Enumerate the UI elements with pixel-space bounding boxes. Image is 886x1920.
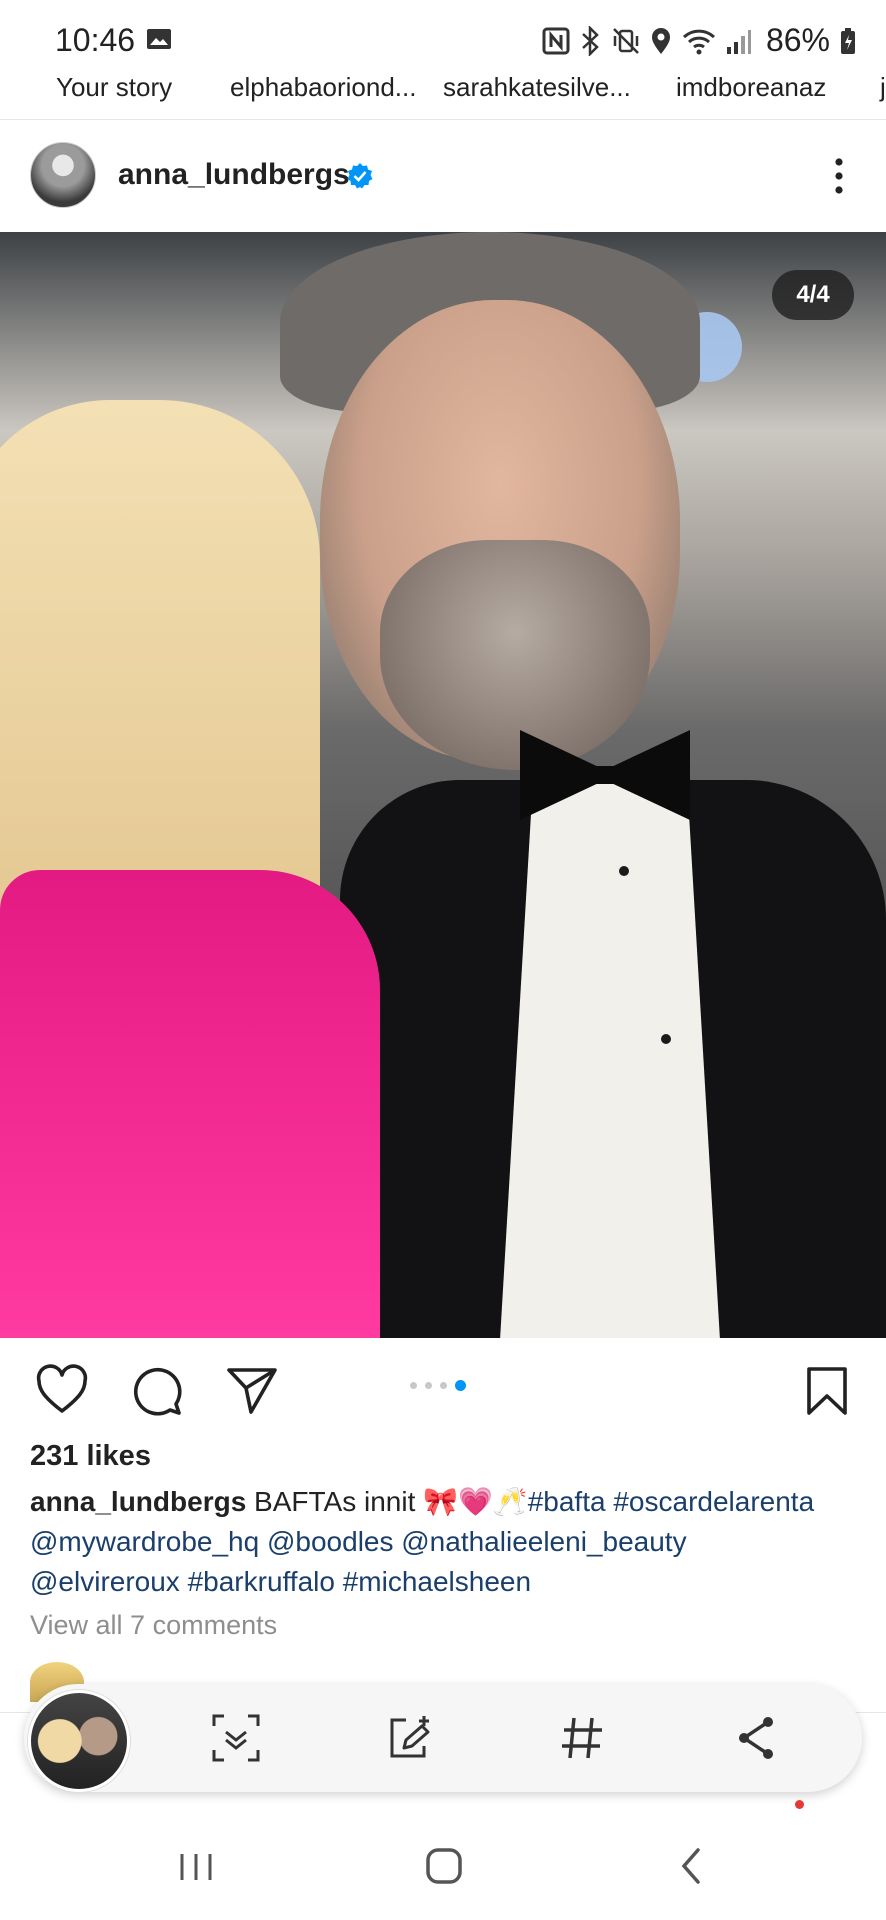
caption-mentions[interactable]: @mywardrobe_hq @boodles @nathalieeleni_b…: [30, 1522, 860, 1562]
carousel-dots: [410, 1380, 466, 1391]
location-icon: [651, 27, 670, 54]
vibrate-mute-icon: [613, 27, 639, 54]
bluetooth-icon: [582, 25, 599, 56]
story-your-story[interactable]: Your story: [56, 72, 172, 103]
caption-hashtags[interactable]: #bafta #oscardelarenta: [528, 1486, 814, 1517]
gallery-icon: [147, 29, 171, 49]
post-caption: anna_lundbergs BAFTAs innit 🎀💗🥂#bafta #o…: [30, 1482, 860, 1602]
caption-mentions-hashtags[interactable]: @elvireroux #barkruffalo #michaelsheen: [30, 1562, 860, 1602]
scan-icon[interactable]: [210, 1712, 262, 1764]
view-comments-link[interactable]: View all 7 comments: [30, 1610, 277, 1641]
home-icon[interactable]: [418, 1840, 470, 1892]
photo-beard: [380, 540, 650, 770]
bookmark-icon[interactable]: [800, 1364, 854, 1418]
share-icon[interactable]: [730, 1712, 782, 1764]
heart-icon[interactable]: [35, 1364, 89, 1418]
more-options-icon[interactable]: [822, 152, 856, 200]
story-item[interactable]: imdboreanaz: [676, 72, 826, 103]
divider: [0, 119, 886, 120]
back-icon[interactable]: [666, 1840, 718, 1892]
wifi-icon: [682, 29, 715, 54]
story-item[interactable]: elphabaoriond...: [230, 72, 416, 103]
verified-badge-icon: [347, 163, 373, 189]
recents-icon[interactable]: [170, 1840, 222, 1892]
battery-icon: [841, 27, 855, 54]
screenshot-thumbnail[interactable]: [28, 1690, 130, 1792]
story-item[interactable]: j: [880, 72, 886, 103]
carousel-dot-active: [455, 1380, 466, 1391]
stories-row: Your story elphabaoriond... sarahkatesil…: [0, 66, 886, 118]
carousel-dot: [410, 1382, 417, 1389]
photo-stud: [619, 866, 629, 876]
carousel-counter: 4/4: [772, 270, 854, 320]
carousel-dot: [440, 1382, 447, 1389]
avatar[interactable]: [30, 142, 96, 208]
post-photo[interactable]: [0, 232, 886, 1338]
nfc-icon: [542, 27, 570, 54]
battery-percent: 86%: [765, 22, 830, 58]
caption-username[interactable]: anna_lundbergs: [30, 1486, 246, 1517]
edit-icon[interactable]: [384, 1712, 436, 1764]
signal-icon: [726, 29, 751, 54]
notification-dot: [795, 1800, 804, 1809]
likes-count[interactable]: 231 likes: [30, 1440, 151, 1473]
story-item[interactable]: sarahkatesilve...: [443, 72, 631, 103]
post-username[interactable]: anna_lundbergs: [118, 158, 350, 192]
photo-shirt: [500, 780, 720, 1338]
photo-stud: [661, 1034, 671, 1044]
status-icons: 86%: [542, 22, 856, 59]
carousel-dot: [425, 1382, 432, 1389]
photo-pink-dress: [0, 870, 380, 1338]
caption-text: BAFTAs innit 🎀💗🥂: [246, 1486, 528, 1517]
status-time: 10:46: [55, 22, 136, 58]
status-bar: 10:46 86%: [0, 0, 886, 66]
hashtag-icon[interactable]: [556, 1712, 608, 1764]
send-icon[interactable]: [225, 1364, 279, 1418]
comment-icon[interactable]: [130, 1364, 184, 1418]
